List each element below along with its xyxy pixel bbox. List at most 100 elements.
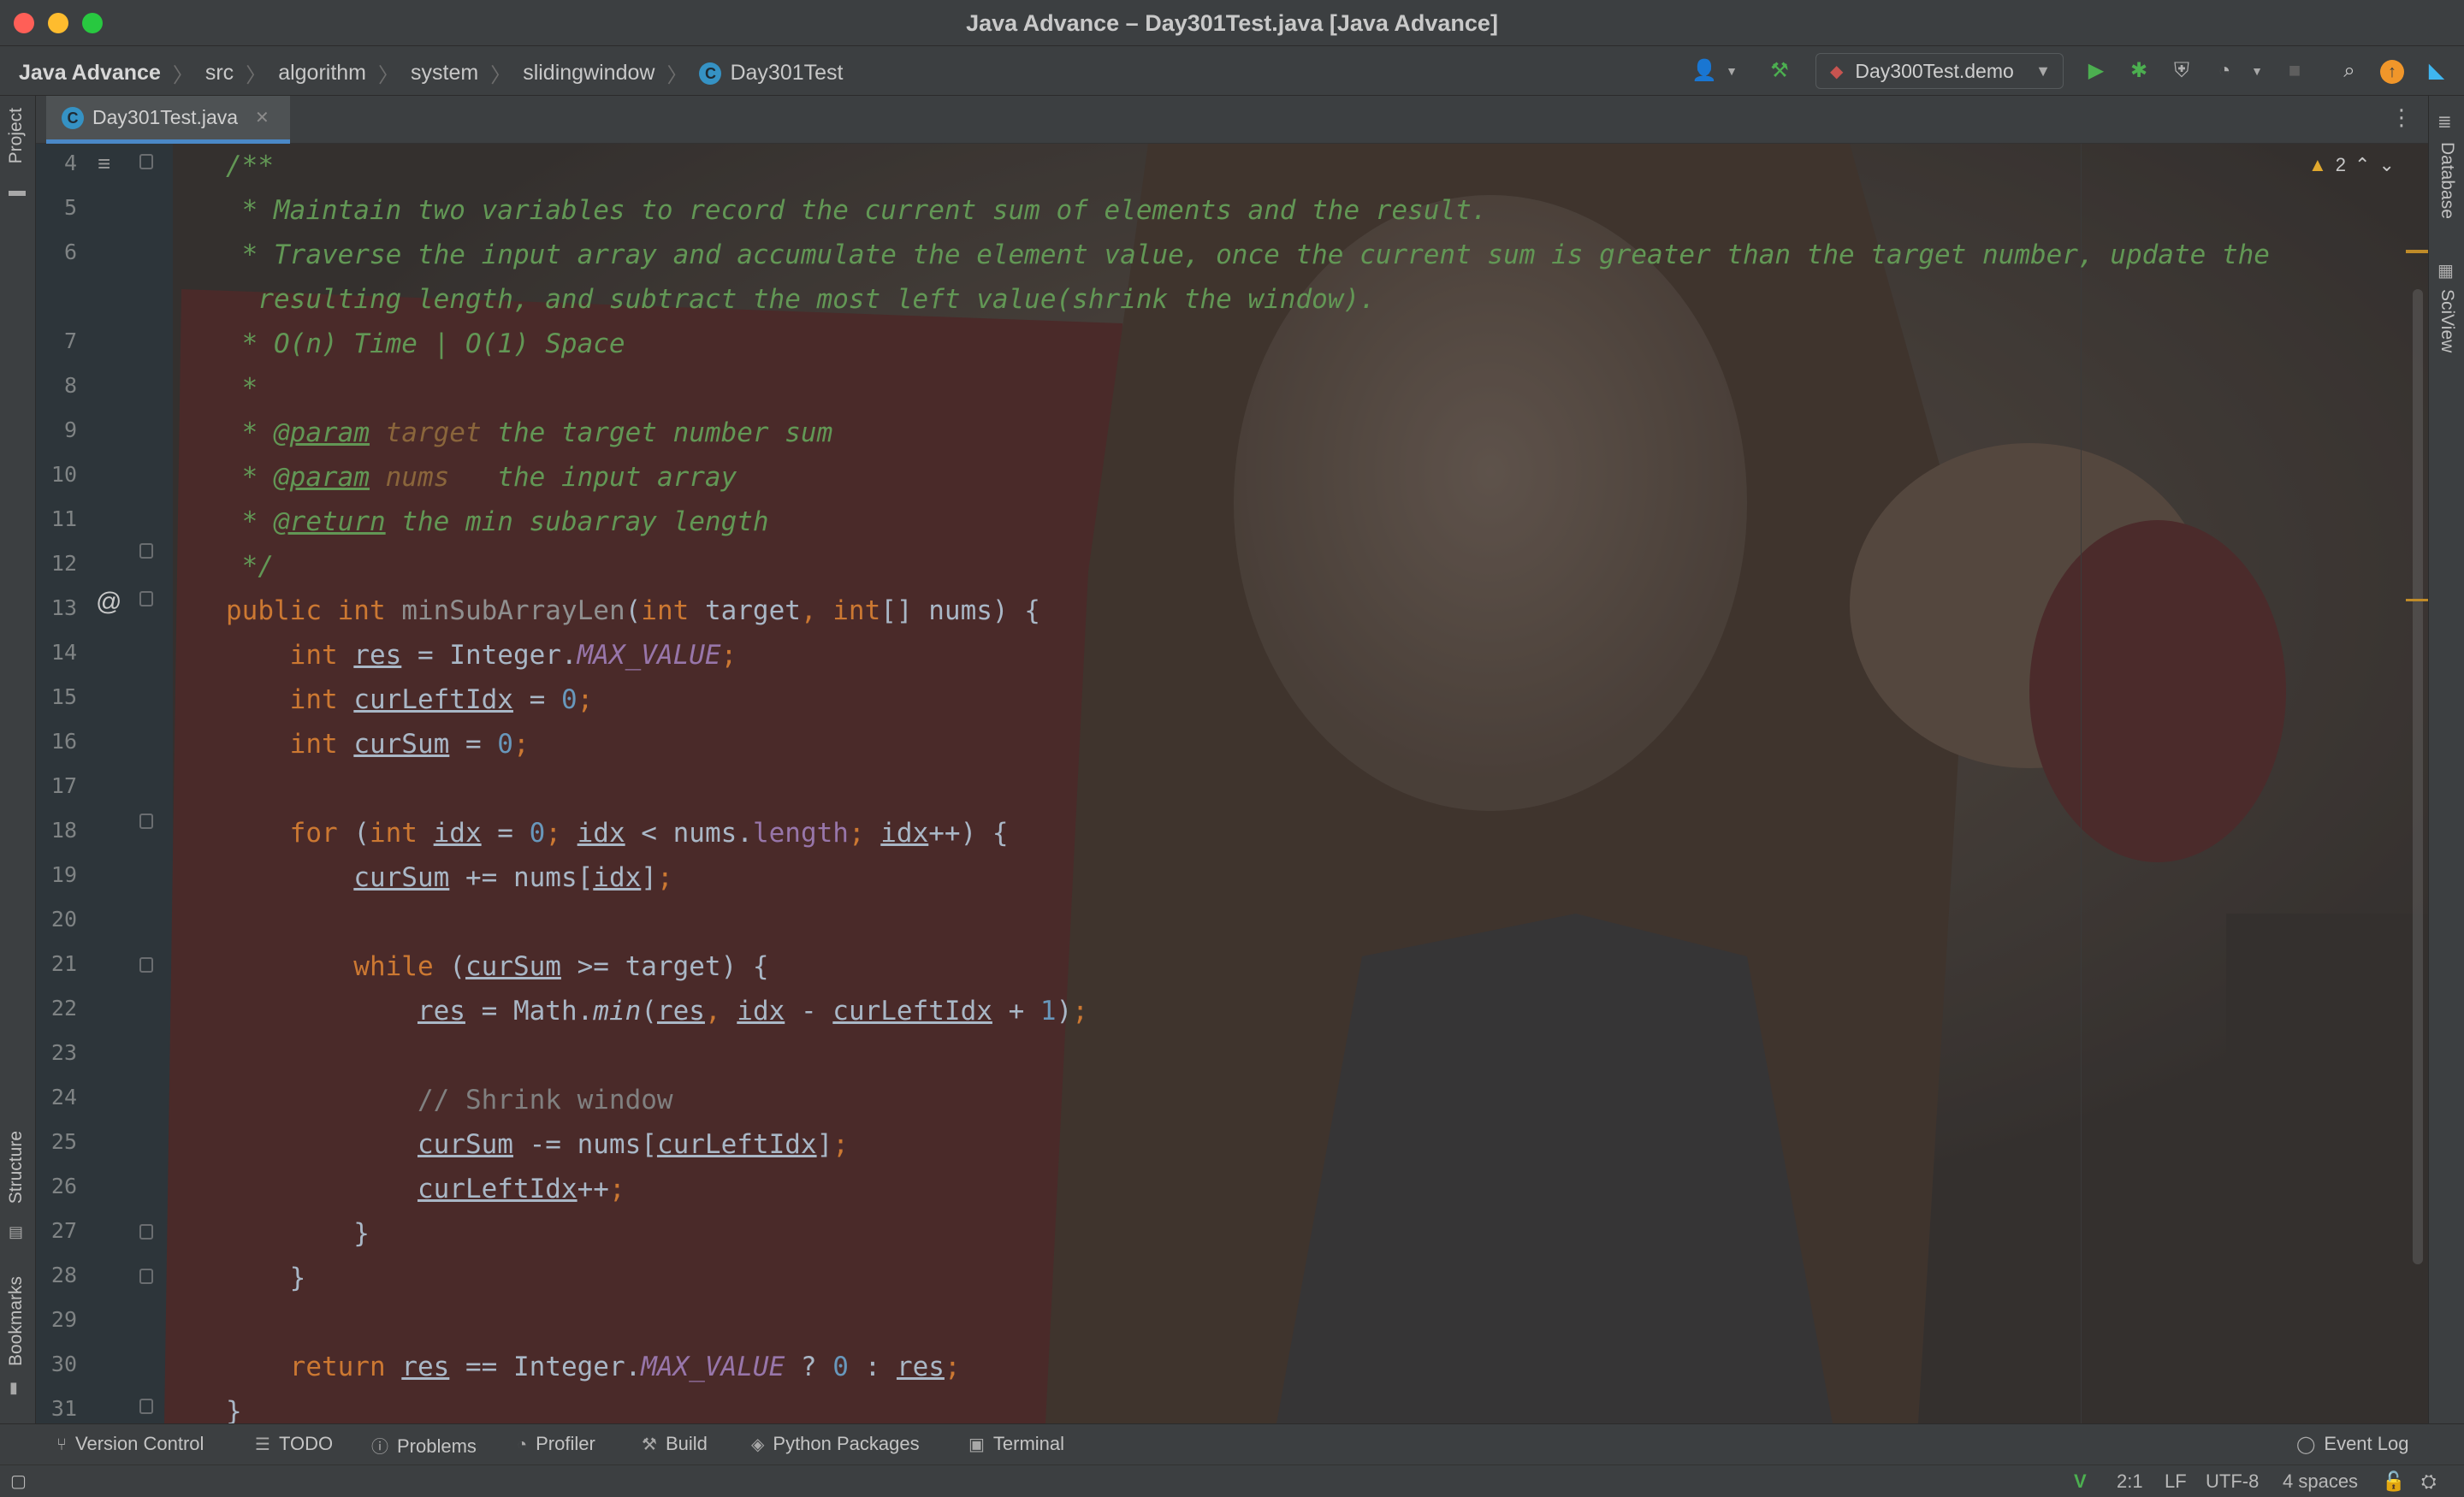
chevron-down-icon[interactable]: ⌄ (2378, 154, 2394, 176)
rendered-doc-icon[interactable]: ≡ (98, 151, 110, 177)
code-token: ( (641, 996, 657, 1027)
chevron-down-icon[interactable]: ▼ (1718, 57, 1745, 85)
fold-marker-icon[interactable] (139, 1269, 153, 1284)
run-icon[interactable]: ▶ (2082, 57, 2110, 85)
code-line: resulting length, and subtract the most … (226, 277, 2270, 322)
editor-tab-day301test[interactable]: C Day301Test.java ✕ (46, 96, 290, 144)
line-number: 19 (50, 862, 77, 887)
code-line: * (226, 366, 2270, 411)
line-number: 5 (63, 195, 77, 220)
line-number: 22 (50, 996, 77, 1021)
breadcrumb-project[interactable]: Java Advance (19, 61, 161, 86)
code-token: target (385, 417, 482, 448)
lock-icon[interactable]: 🔓 (2382, 1470, 2405, 1493)
python-packages-tool-button[interactable]: ◈ Python Packages (751, 1433, 920, 1455)
debug-icon[interactable]: ✱ (2125, 57, 2153, 85)
structure-tool-tab[interactable]: Structure (6, 1131, 27, 1204)
warning-icon: ▲ (2308, 154, 2327, 175)
todo-tool-button[interactable]: ☰ TODO (255, 1433, 333, 1455)
fold-marker-icon[interactable] (139, 1399, 153, 1414)
code-token: -= nums[ (512, 1129, 657, 1160)
class-icon: C (62, 106, 84, 129)
code-line: // Shrink window (226, 1078, 2270, 1122)
fold-marker-icon[interactable] (139, 154, 153, 169)
close-icon[interactable]: ✕ (255, 107, 270, 128)
fold-marker-icon[interactable] (139, 591, 153, 606)
build-hammer-icon[interactable]: ⚒ (1766, 57, 1793, 85)
run-configuration-select[interactable]: ◆ Day300Test.demo ▼ (1815, 53, 2064, 89)
breadcrumb-algorithm[interactable]: algorithm (278, 61, 366, 86)
error-stripe-marker[interactable] (2406, 250, 2428, 253)
user-icon[interactable]: 👤 (1691, 57, 1718, 85)
search-icon[interactable]: ⌕ (2336, 57, 2363, 85)
problems-tool-button[interactable]: ⓘ Problems (371, 1433, 477, 1458)
bookmarks-tool-tab[interactable]: Bookmarks (6, 1276, 27, 1366)
problems-label: Problems (397, 1435, 477, 1457)
terminal-tool-button[interactable]: ▣ Terminal (968, 1433, 1064, 1455)
update-icon[interactable]: ↑ (2380, 60, 2404, 84)
coverage-icon[interactable]: ⛨ (2168, 57, 2195, 85)
stop-icon[interactable]: ■ (2281, 57, 2308, 85)
code-line: * Maintain two variables to record the c… (226, 188, 2270, 233)
fold-marker-icon[interactable] (139, 1224, 153, 1240)
code-token: res (417, 996, 465, 1027)
code-token: - (785, 996, 833, 1027)
caret-position[interactable]: 2:1 (2117, 1470, 2143, 1493)
code-editor[interactable]: 4 5 6 7 8 9 10 11 12 13 14 15 16 17 18 19 20 21 22 23 24 25 26… (36, 144, 2428, 1423)
indent-setting[interactable]: 4 spaces (2283, 1470, 2358, 1493)
project-tool-tab[interactable]: Project (6, 108, 27, 163)
file-encoding[interactable]: UTF-8 (2206, 1470, 2259, 1493)
fold-marker-icon[interactable] (139, 814, 153, 829)
code-token: == Integer. (449, 1352, 642, 1382)
code-token: MAX_VALUE (577, 640, 721, 671)
build-tool-button[interactable]: ⚒ Build (642, 1433, 708, 1455)
sciview-tool-tab[interactable]: SciView (2437, 289, 2457, 352)
code-token: res (401, 1352, 450, 1382)
code-token: curLeftIdx (353, 684, 513, 715)
code-line: /** (226, 144, 2270, 188)
code-token: + (992, 996, 1040, 1027)
code-token: int (226, 684, 354, 715)
breadcrumb-class[interactable]: C Day301Test (699, 61, 843, 86)
chevron-down-icon[interactable]: ▼ (2243, 57, 2271, 85)
event-log-label: Event Log (2324, 1433, 2409, 1454)
breadcrumb-system[interactable]: system (411, 61, 478, 86)
fold-marker-icon[interactable] (139, 957, 153, 973)
database-tool-tab[interactable]: Database (2437, 142, 2457, 219)
code-token: nums (385, 462, 450, 493)
code-line: * @return the min subarray length (226, 500, 2270, 544)
breadcrumb-src[interactable]: src (205, 61, 234, 86)
profile-icon[interactable]: ◔ (2211, 57, 2238, 85)
code-line: */ (226, 544, 2270, 589)
line-number: 26 (50, 1174, 77, 1198)
code-token: resulting length, and subtract the most … (226, 284, 1376, 315)
code-token: ] (816, 1129, 833, 1160)
error-stripe-marker[interactable] (2406, 599, 2428, 601)
code-line: res = Math.min(res, idx - curLeftIdx + 1… (226, 989, 2270, 1033)
code-line: int res = Integer.MAX_VALUE; (226, 633, 2270, 677)
code-token: 0 (497, 729, 513, 760)
inspection-profile-icon[interactable]: ⛭ (2421, 1470, 2437, 1493)
line-separator[interactable]: LF (2165, 1470, 2187, 1493)
fold-marker-icon[interactable] (139, 543, 153, 559)
code-content[interactable]: /** * Maintain two variables to record t… (226, 144, 2270, 1423)
editor-scrollbar[interactable] (2413, 289, 2423, 1264)
code-token: idx (577, 818, 625, 849)
profiler-tool-button[interactable]: ◔ Profiler (517, 1433, 595, 1455)
chevron-up-icon[interactable]: ⌃ (2354, 154, 2370, 176)
code-token: * (226, 417, 274, 448)
code-token: ; (848, 818, 881, 849)
toggle-tool-windows-icon[interactable]: ▢ (10, 1470, 27, 1492)
inspection-widget[interactable]: ▲ 2 ⌃ ⌄ (2308, 154, 2395, 176)
line-number: 14 (50, 640, 77, 665)
version-control-tool-button[interactable]: ⑂ Version Control (56, 1433, 204, 1455)
event-log-tool-button[interactable]: ◯ Event Log (2296, 1433, 2408, 1455)
jetbrains-logo-icon[interactable]: ◣ (2423, 57, 2450, 85)
breadcrumb-slidingwindow[interactable]: slidingwindow (523, 61, 654, 86)
more-options-icon[interactable]: ⋮ (2390, 104, 2413, 131)
implementation-marker-icon[interactable]: @ (96, 588, 121, 617)
code-token: @return (274, 506, 386, 537)
vim-icon[interactable]: V (2074, 1470, 2087, 1493)
